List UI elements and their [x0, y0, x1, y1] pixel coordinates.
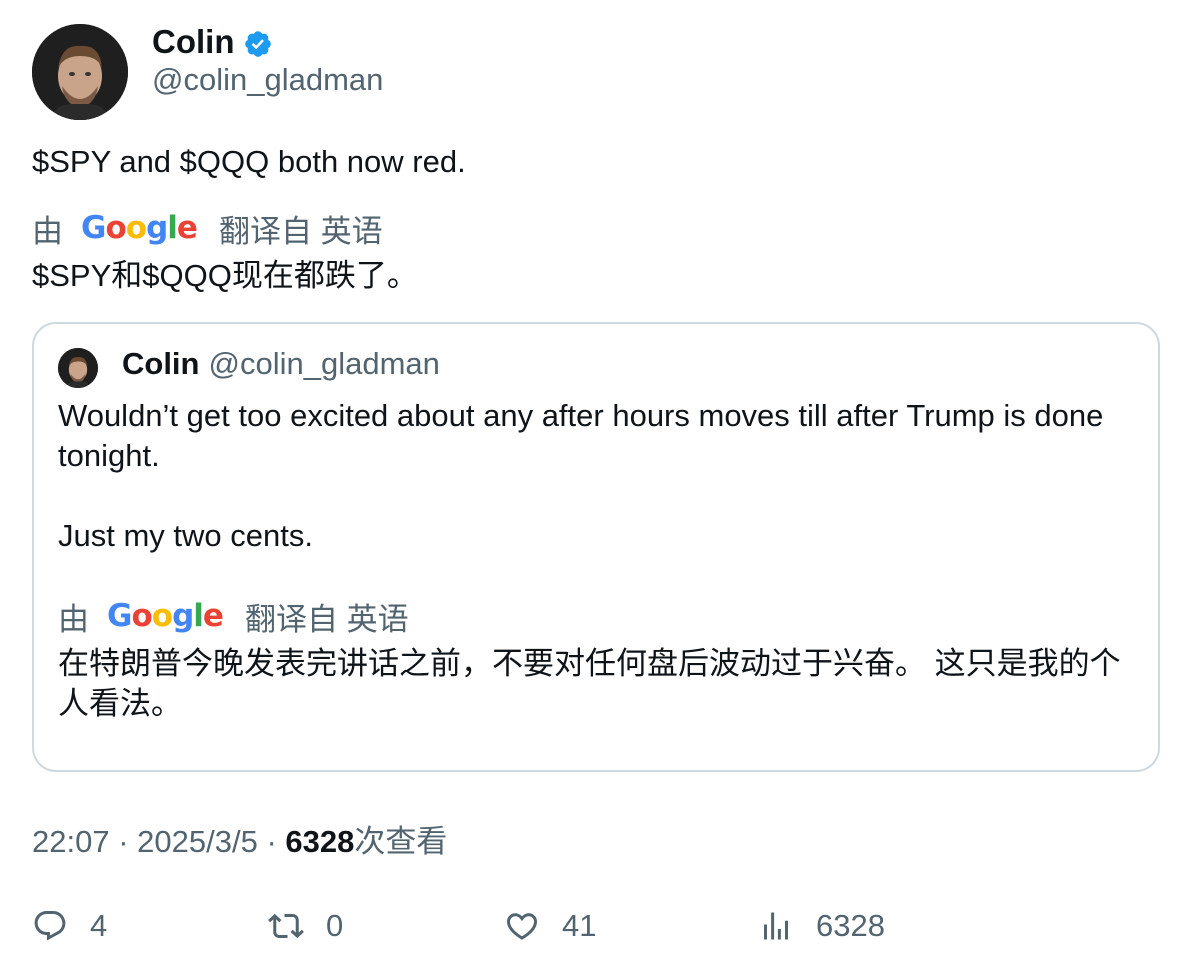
translation-by-label: 由 [32, 213, 63, 249]
quoted-tweet-text: Wouldn’t get too excited about any after… [58, 396, 1148, 556]
translation-by-label: 由 [58, 601, 89, 637]
quoted-tweet-card[interactable]: Colin @colin_gladman Wouldn’t get too ex… [32, 322, 1160, 772]
quoted-translation-attribution: 由 Google 翻译自 英语 [58, 596, 409, 637]
retweet-icon [268, 913, 304, 939]
google-logo: Google [107, 598, 224, 634]
views-label: 次查看 [354, 824, 448, 859]
like-button[interactable]: 41 [504, 908, 596, 944]
translated-from-label: 翻译自 英语 [218, 213, 383, 249]
quoted-text-line: Wouldn’t get too excited about any after… [58, 398, 1104, 473]
google-logo: Google [81, 210, 198, 246]
quoted-translated-text: 在特朗普今晚发表完讲话之前，不要对任何盘后波动过于兴奋。 这只是我的个人看法。 [58, 646, 1121, 721]
reply-icon [34, 911, 66, 941]
translated-from-label: 翻译自 英语 [244, 601, 409, 637]
views-action-count: 6328 [816, 908, 885, 943]
action-bar: 4 0 41 6328 [32, 908, 1162, 952]
like-icon [506, 913, 538, 940]
views-count: 6328 [285, 824, 355, 859]
retweet-count: 0 [326, 908, 344, 943]
meta-separator: · [266, 824, 277, 859]
quoted-author-avatar [58, 348, 98, 388]
author-name-row: Colin [152, 22, 273, 62]
like-count: 41 [562, 908, 597, 943]
quoted-author-row: Colin @colin_gladman [122, 344, 440, 384]
reply-button[interactable]: 4 [32, 908, 107, 944]
meta-separator: · [118, 824, 129, 859]
author-handle[interactable]: @colin_gladman [152, 62, 383, 98]
quoted-author-name: Colin [122, 346, 200, 381]
translation-attribution: 由 Google 翻译自 英语 [32, 208, 383, 249]
translated-text: $SPY和$QQQ现在都跌了。 [32, 258, 418, 293]
quoted-author-handle: @colin_gladman [208, 346, 440, 381]
views-button[interactable]: 6328 [758, 908, 885, 944]
views-icon [764, 912, 788, 940]
tweet-date[interactable]: 2025/3/5 [137, 824, 258, 859]
quoted-text-line: Just my two cents. [58, 518, 313, 553]
verified-badge-icon[interactable] [243, 29, 273, 59]
tweet-time[interactable]: 22:07 [32, 824, 110, 859]
reply-count: 4 [90, 908, 108, 943]
author-name[interactable]: Colin [152, 23, 234, 61]
author-avatar[interactable] [32, 24, 128, 120]
tweet-text: $SPY and $QQQ both now red. [32, 144, 466, 179]
tweet-meta: 22:07 · 2025/3/5 · 6328次查看 [32, 822, 447, 862]
retweet-button[interactable]: 0 [268, 908, 343, 944]
